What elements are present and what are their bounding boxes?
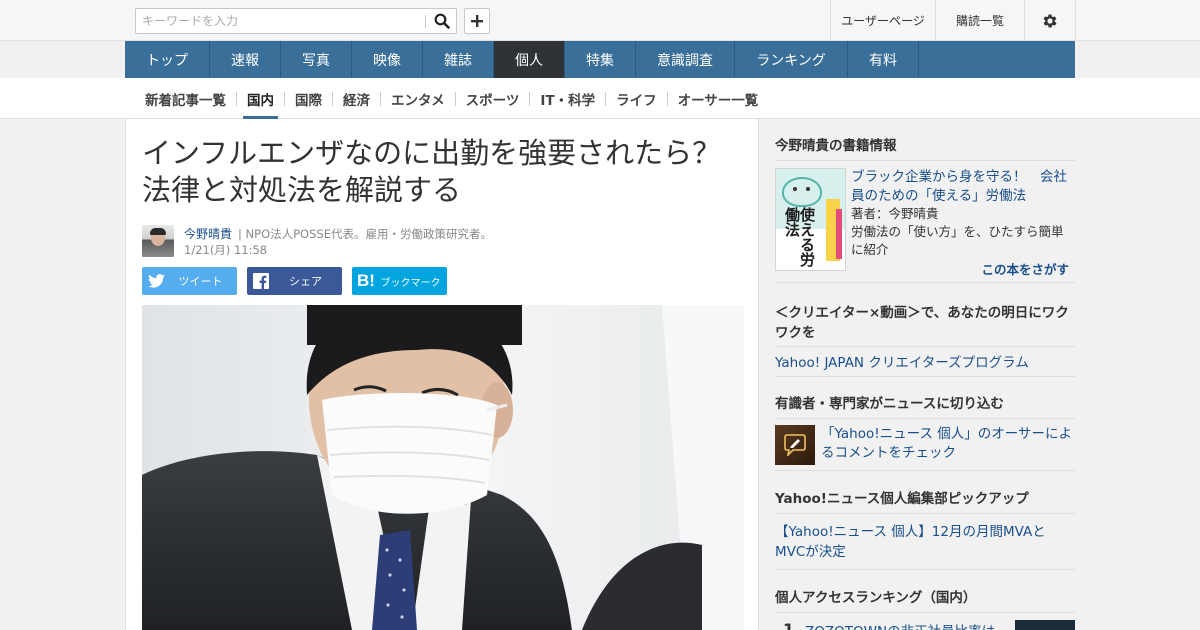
search-input[interactable] <box>136 9 426 33</box>
tweet-button[interactable]: ツイート <box>142 267 237 295</box>
twitter-icon <box>147 274 165 288</box>
author-description: | NPO法人POSSE代表。雇用・労働政策研究者。 <box>238 227 492 241</box>
hatena-icon: B! <box>357 271 375 290</box>
divider <box>775 470 1075 471</box>
nav-item-top[interactable]: トップ <box>125 41 210 78</box>
creators-heading: ＜クリエイター×動画＞で、あなたの明日にワクワクを <box>775 305 1069 341</box>
creators-program-link[interactable]: Yahoo! JAPAN クリエイターズプログラム <box>775 351 1029 371</box>
divider <box>775 513 1075 514</box>
expert-comments-link[interactable]: 「Yahoo!ニュース 個人」のオーサーによるコメントをチェック <box>821 425 1075 463</box>
pickup-heading: Yahoo!ニュース個人編集部ピックアップ <box>775 491 1029 507</box>
subnav-item-life[interactable]: ライフ <box>606 78 667 119</box>
nav-item-paid[interactable]: 有料 <box>848 41 919 78</box>
bookmark-label: ブックマーク <box>380 277 441 289</box>
ranking-heading: 個人アクセスランキング（国内） <box>775 590 977 606</box>
divider <box>775 569 1075 570</box>
book-author: 著者：今野晴貴 <box>851 206 939 221</box>
subnav-item-economy[interactable]: 経済 <box>333 78 380 119</box>
facebook-share-button[interactable]: シェア <box>247 267 342 295</box>
nav-item-breaking[interactable]: 速報 <box>210 41 281 78</box>
divider <box>775 418 1075 419</box>
gear-icon <box>1043 13 1057 28</box>
sidebar: 今野晴貴の書籍情報 使える労働法 ブラック企業から身を守る！ 会社員のための「使… <box>759 119 1200 630</box>
user-page-link[interactable]: ユーザーページ <box>830 0 935 41</box>
publish-date: 1/21(月) 11:58 <box>184 243 268 257</box>
ranking-thumbnail[interactable] <box>1015 620 1075 630</box>
divider <box>775 160 1075 161</box>
search-icon <box>434 13 450 29</box>
article-title: インフルエンザなのに出勤を強要されたら？ 法律と対処法を解説する <box>142 136 751 207</box>
subnav-item-entertainment[interactable]: エンタメ <box>381 78 455 119</box>
experts-heading: 有識者・専門家がニュースに切り込む <box>775 396 1004 412</box>
share-label: シェア <box>289 275 322 288</box>
author-avatar[interactable] <box>142 225 174 257</box>
book-cover[interactable]: 使える労働法 <box>775 168 846 271</box>
comment-icon <box>775 425 815 465</box>
book-description: 労働法の「使い方」を、ひたすら簡単に紹介 <box>851 224 1064 257</box>
books-heading: 今野晴貴の書籍情報 <box>775 138 897 154</box>
subnav-item-it-science[interactable]: IT・科学 <box>530 78 605 119</box>
subnav-item-authors[interactable]: オーサー一覧 <box>668 78 769 119</box>
subnav-item-new[interactable]: 新着記事一覧 <box>135 78 236 119</box>
book-title-link[interactable]: ブラック企業から身を守る！ 会社員のための「使える」労働法 <box>851 168 1075 206</box>
nav-item-ranking[interactable]: ランキング <box>735 41 848 78</box>
article: インフルエンザなのに出勤を強要されたら？ 法律と対処法を解説する 今野晴貴 | … <box>125 119 759 630</box>
subnav-item-sports[interactable]: スポーツ <box>456 78 530 119</box>
sub-nav: 新着記事一覧 国内 国際 経済 エンタメ スポーツ IT・科学 ライフ オーサー… <box>0 78 1200 119</box>
header-links: ユーザーページ 購読一覧 <box>830 0 1076 41</box>
find-book-link[interactable]: この本をさがす <box>981 259 1069 278</box>
divider <box>775 346 1075 347</box>
search-divider <box>425 15 426 28</box>
hatena-bookmark-button[interactable]: B! ブックマーク <box>352 267 447 295</box>
nav-item-survey[interactable]: 意識調査 <box>636 41 735 78</box>
ranking-item-link[interactable]: ZOZOTOWNの非正社員比率は <box>805 620 1005 630</box>
add-button[interactable] <box>464 8 490 34</box>
nav-item-photo[interactable]: 写真 <box>281 41 352 78</box>
facebook-icon <box>253 273 269 289</box>
divider <box>775 282 1075 283</box>
subscriptions-link[interactable]: 購読一覧 <box>935 0 1024 41</box>
search-box <box>135 8 457 34</box>
subnav-item-international[interactable]: 国際 <box>285 78 332 119</box>
divider <box>775 612 1075 613</box>
ranking-number: 1 <box>783 620 795 630</box>
book-cover-title: 使える労働法 <box>783 207 816 267</box>
tweet-label: ツイート <box>178 275 223 288</box>
nav-item-magazine[interactable]: 雑誌 <box>423 41 494 78</box>
article-photo <box>142 305 744 630</box>
top-header: ユーザーページ 購読一覧 <box>0 0 1200 41</box>
nav-item-individual[interactable]: 個人 <box>494 41 565 78</box>
search-button[interactable] <box>427 9 457 33</box>
plus-icon <box>471 15 483 27</box>
divider <box>775 376 1075 377</box>
subnav-item-domestic[interactable]: 国内 <box>237 78 284 119</box>
author-name-link[interactable]: 今野晴貴 <box>184 225 232 242</box>
pickup-link[interactable]: 【Yahoo!ニュース 個人】12月の月間MVAとMVCが決定 <box>775 522 1075 562</box>
nav-item-feature[interactable]: 特集 <box>565 41 636 78</box>
main-nav: トップ 速報 写真 映像 雑誌 個人 特集 意識調査 ランキング 有料 <box>125 41 1075 78</box>
nav-item-video[interactable]: 映像 <box>352 41 423 78</box>
settings-button[interactable] <box>1024 0 1076 41</box>
